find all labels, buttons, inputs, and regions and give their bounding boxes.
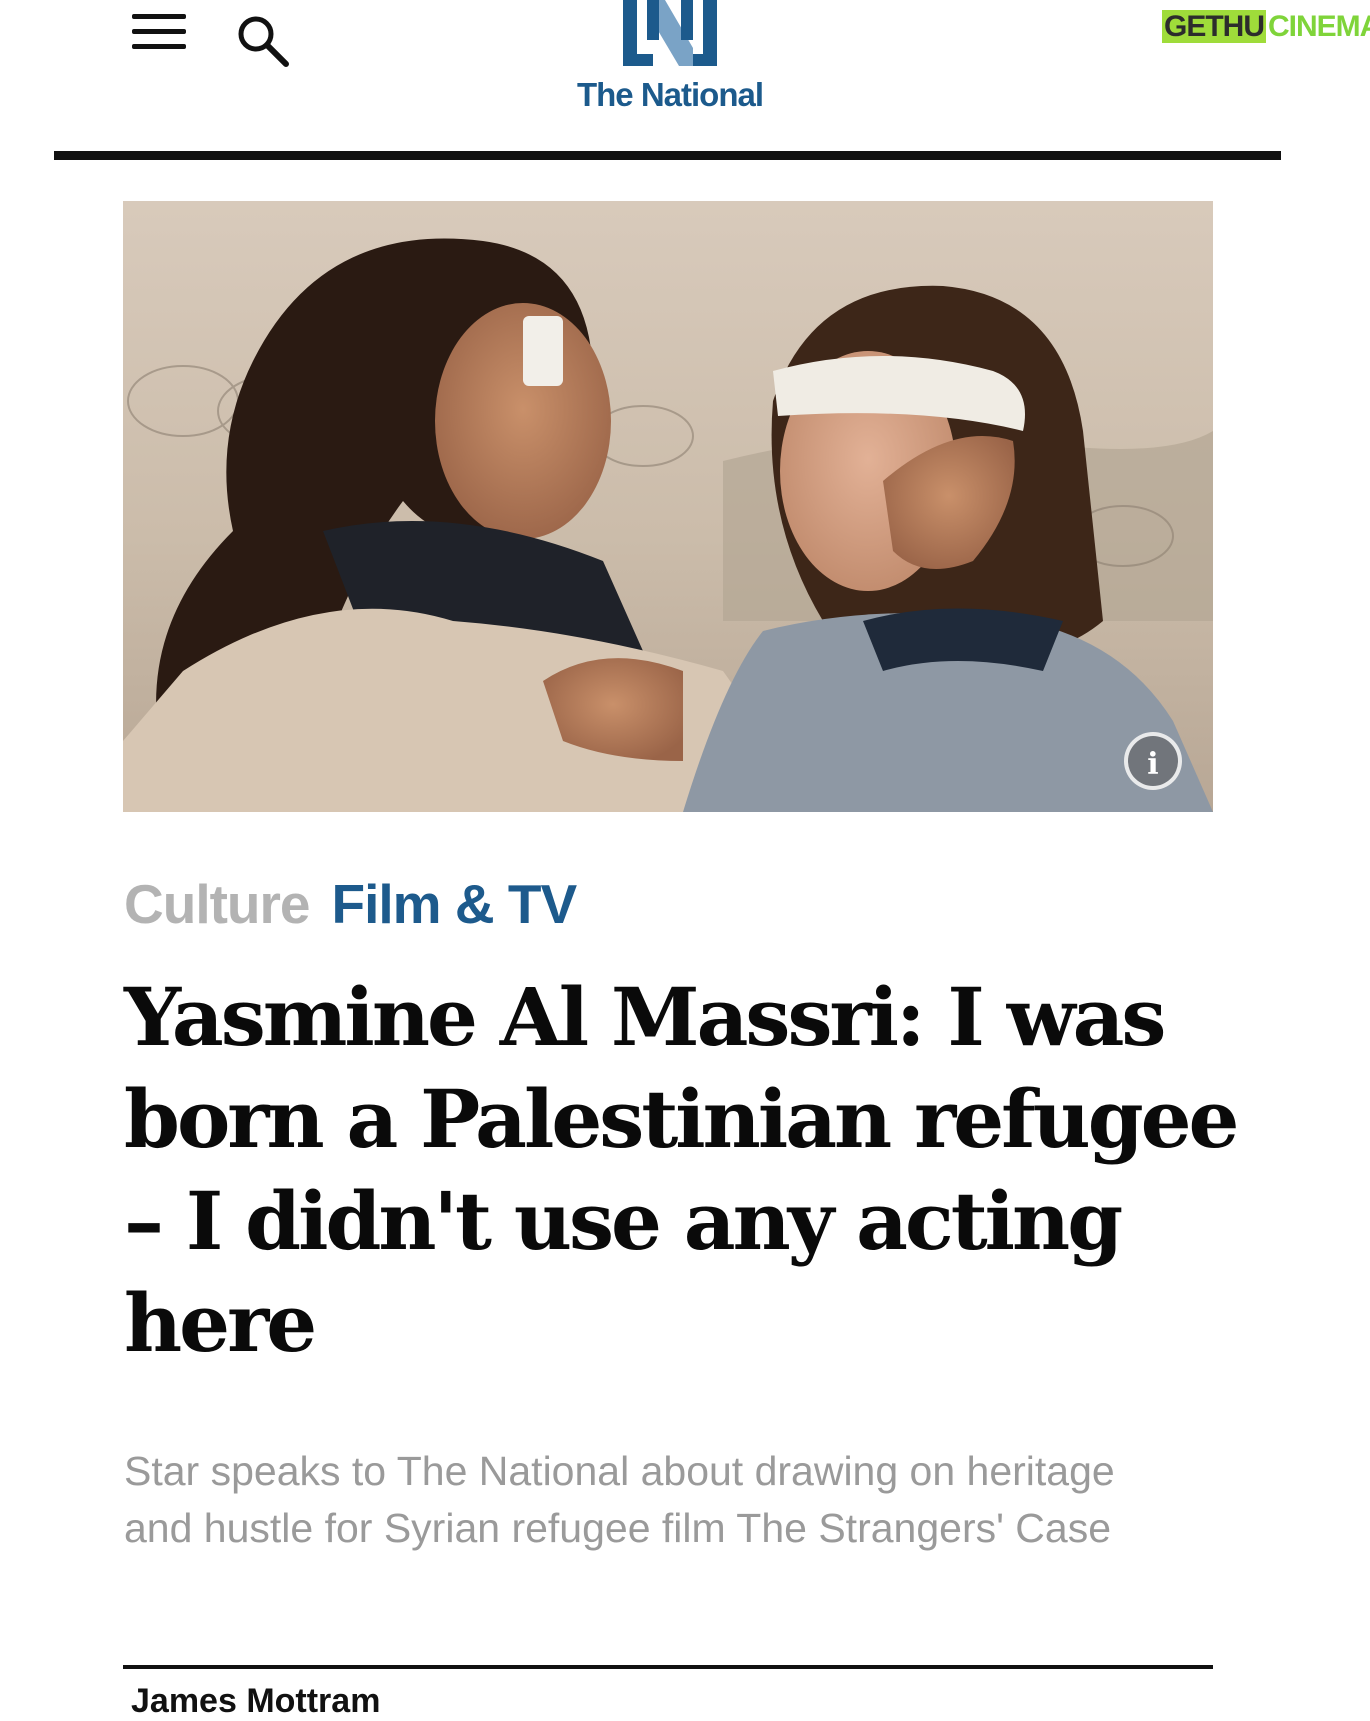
logo-mark-icon <box>623 0 717 66</box>
logo-text: The National <box>576 76 764 113</box>
breadcrumb-section-link[interactable]: Culture <box>124 873 310 935</box>
watermark-part2: CINEMA <box>1268 10 1370 43</box>
author-link[interactable]: James Mottram <box>131 1682 380 1721</box>
article-standfirst: Star speaks to The National about drawin… <box>124 1448 1115 1551</box>
header-divider <box>54 151 1281 160</box>
breadcrumb-subsection-link[interactable]: Film & TV <box>332 873 578 935</box>
site-logo[interactable]: The National <box>560 0 780 113</box>
site-header: The National GETHU CINEMA <box>0 0 1370 150</box>
watermark-part1: GETHU <box>1162 10 1266 43</box>
byline-divider <box>123 1665 1213 1669</box>
hero-image <box>123 201 1213 812</box>
article-title: Yasmine Al Massri: I was born a Palestin… <box>124 970 1239 1370</box>
search-icon[interactable] <box>234 12 292 70</box>
breadcrumb: Culture Film & TV <box>124 872 578 935</box>
info-icon[interactable]: i <box>1124 732 1182 790</box>
hamburger-menu-icon[interactable] <box>132 14 186 56</box>
watermark: GETHU CINEMA <box>1162 6 1370 56</box>
